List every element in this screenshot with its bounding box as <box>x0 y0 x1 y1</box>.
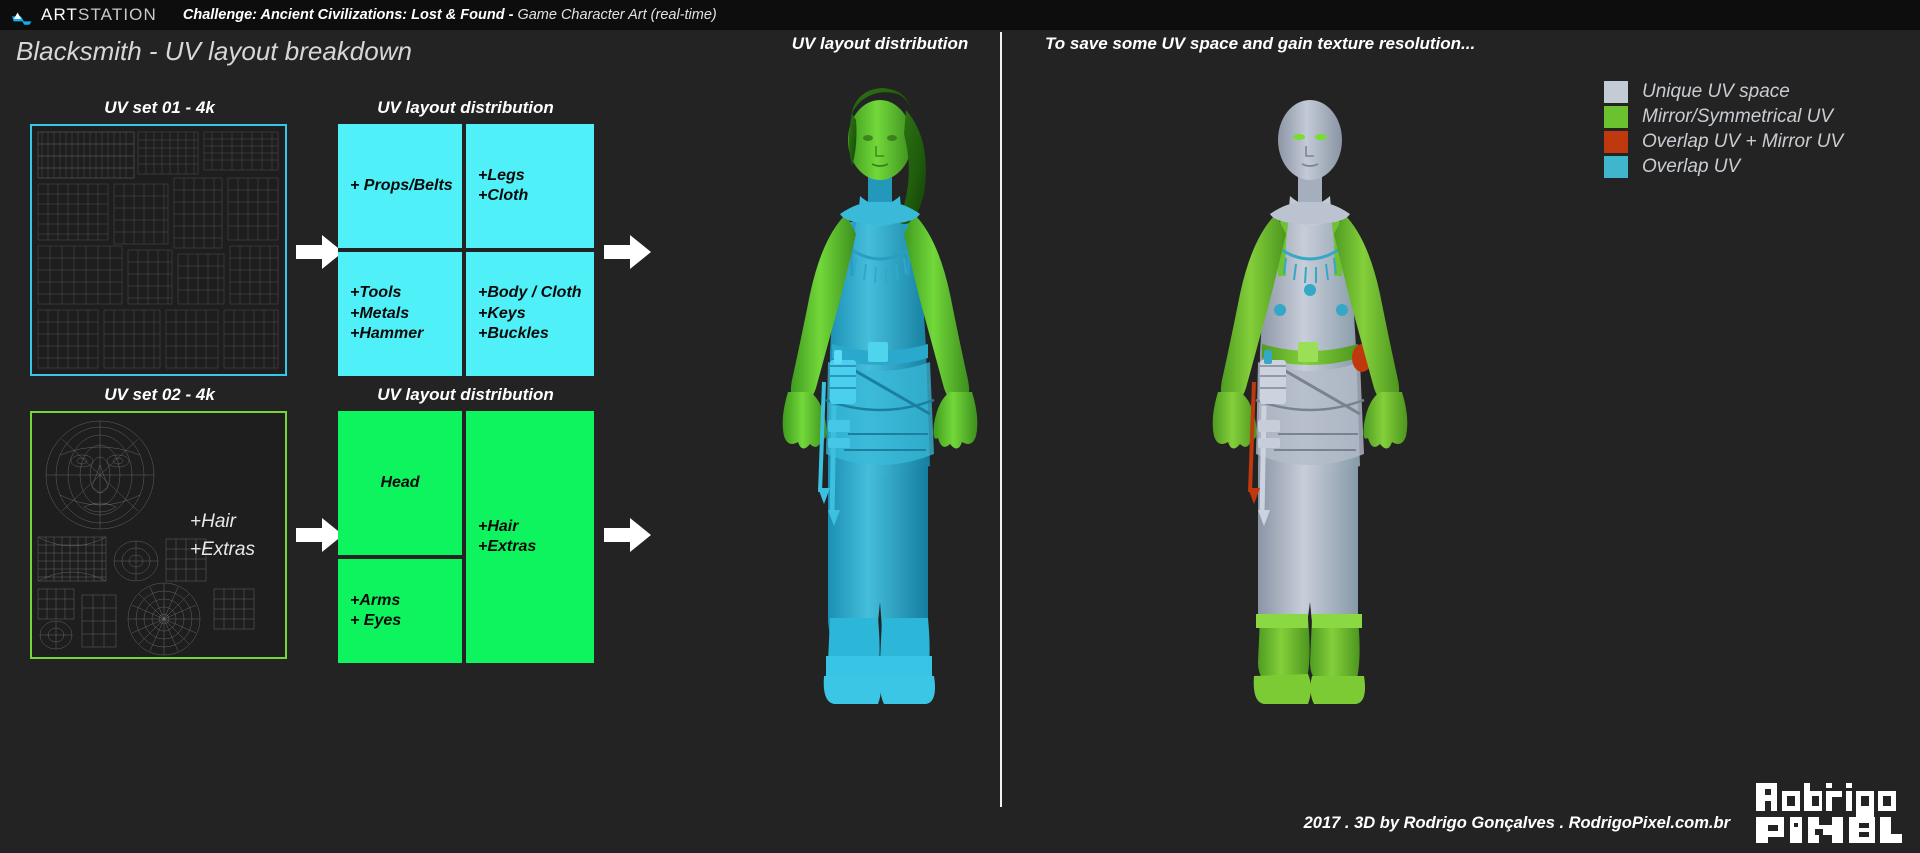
arrow-to-character-green <box>604 518 652 557</box>
uv-set-02-distribution-grid: Head +Hair +Extras +Arms + Eyes <box>338 411 594 663</box>
character-uv-distribution-render <box>700 62 1080 797</box>
uv-breakdown-page: ARTSTATION Challenge: Ancient Civilizati… <box>0 0 1920 853</box>
uv-cell-label: +Body / Cloth +Keys +Buckles <box>478 284 582 343</box>
uv-cell-head: Head <box>338 411 462 555</box>
uv-set-02-distribution-title: UV layout distribution <box>377 385 554 404</box>
uv-cell-hair-extras: +Hair +Extras <box>466 411 594 663</box>
uv-legend: Unique UV space Mirror/Symmetrical UV Ov… <box>1604 80 1843 180</box>
legend-label: Mirror/Symmetrical UV <box>1642 106 1834 127</box>
uv-cell-tools-metals-hammer: +Tools +Metals +Hammer <box>338 252 462 376</box>
uv-cell-label: +Hair +Extras <box>478 517 537 555</box>
challenge-category: Game Character Art (real-time) <box>513 7 717 23</box>
right-character-title: To save some UV space and gain texture r… <box>1045 34 1476 53</box>
uv-cell-props-belts: + Props/Belts <box>338 124 462 248</box>
legend-item-overlap-uv: Overlap UV <box>1604 155 1843 179</box>
vertical-divider <box>1000 32 1002 807</box>
legend-item-unique-uv-space: Unique UV space <box>1604 80 1843 104</box>
uv-set-02-sheet-note: +Hair +Extras <box>190 511 255 560</box>
legend-label: Unique UV space <box>1642 81 1790 102</box>
legend-swatch-mirror <box>1604 106 1628 128</box>
legend-label: Overlap UV <box>1642 156 1741 177</box>
uv-set-01-distribution-grid: + Props/Belts +Legs +Cloth +Tools +Metal… <box>338 124 594 376</box>
uv-cell-label: + Props/Belts <box>350 176 453 194</box>
uv-cell-label: +Arms + Eyes <box>350 591 402 629</box>
uv-set-01-title: UV set 01 - 4k <box>104 98 215 117</box>
artstation-logo-icon <box>12 5 32 25</box>
artstation-logo[interactable]: ARTSTATION <box>12 5 157 25</box>
artstation-brand-primary: ART <box>41 5 78 24</box>
uv-cell-label: Head <box>380 473 420 491</box>
uv-set-01-distribution-title: UV layout distribution <box>377 98 554 117</box>
challenge-name: Challenge: Ancient Civilizations: Lost &… <box>182 7 514 23</box>
legend-swatch-overlap <box>1604 156 1628 178</box>
legend-swatch-overlap-mirror <box>1604 131 1628 153</box>
character-uv-optimized-render <box>1130 62 1510 797</box>
rodrigopixel-logo <box>1754 781 1904 843</box>
arrow-uv-set-02 <box>296 518 344 557</box>
artstation-topbar: ARTSTATION Challenge: Ancient Civilizati… <box>0 0 1920 30</box>
artstation-wordmark: ARTSTATION <box>41 5 157 25</box>
uv-cell-arms-eyes: +Arms + Eyes <box>338 559 462 663</box>
arrow-to-character-cyan <box>604 235 652 274</box>
uv-set-01-texture-sheet <box>30 124 287 376</box>
arrow-uv-set-01 <box>296 235 344 274</box>
uv-set-02-title: UV set 02 - 4k <box>104 385 215 404</box>
footer-credit: 2017 . 3D by Rodrigo Gonçalves . Rodrigo… <box>1303 814 1730 832</box>
legend-item-mirror-symmetrical-uv: Mirror/Symmetrical UV <box>1604 105 1843 129</box>
artstation-brand-secondary: STATION <box>78 5 157 24</box>
legend-swatch-unique <box>1604 81 1628 103</box>
uv-cell-label: +Tools +Metals +Hammer <box>350 284 424 343</box>
page-title: Blacksmith - UV layout breakdown <box>16 36 412 66</box>
center-character-title: UV layout distribution <box>791 34 969 53</box>
uv-cell-legs-cloth: +Legs +Cloth <box>466 124 594 248</box>
challenge-title: Challenge: Ancient Civilizations: Lost &… <box>183 7 717 23</box>
legend-label: Overlap UV + Mirror UV <box>1642 131 1844 152</box>
uv-cell-label: +Legs +Cloth <box>478 166 529 204</box>
legend-item-overlap-uv-mirror-uv: Overlap UV + Mirror UV <box>1604 130 1843 154</box>
uv-cell-body-cloth-keys-buckles: +Body / Cloth +Keys +Buckles <box>466 252 594 376</box>
